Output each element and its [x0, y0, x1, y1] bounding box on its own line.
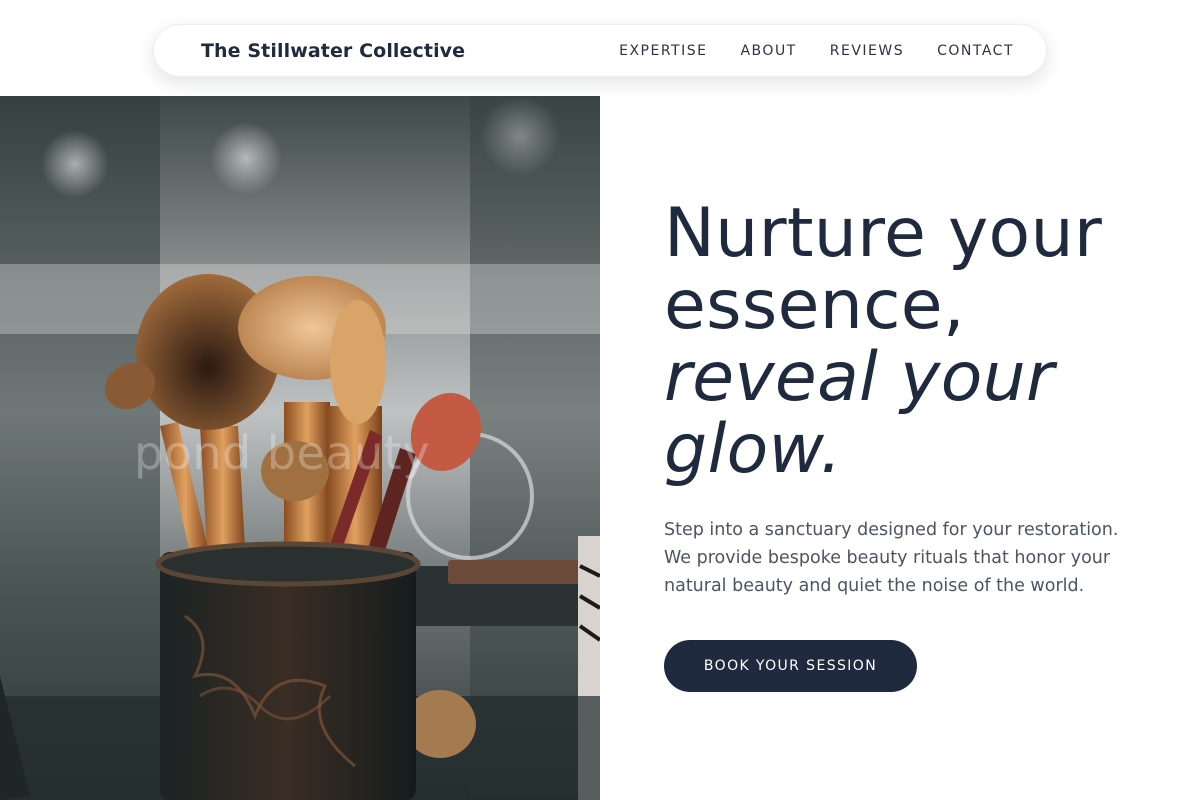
image-watermark: pond beauty [134, 426, 430, 480]
brand-logo[interactable]: The Stillwater Collective [201, 40, 465, 62]
headline-line-1: Nurture your [664, 194, 1103, 273]
nav-link-reviews[interactable]: REVIEWS [830, 43, 904, 59]
headline-line-3: reveal your [664, 338, 1055, 417]
book-session-button[interactable]: BOOK YOUR SESSION [664, 640, 917, 692]
nav-link-expertise[interactable]: EXPERTISE [619, 43, 707, 59]
nav-links: EXPERTISE ABOUT REVIEWS CONTACT [619, 43, 1014, 59]
nav-link-contact[interactable]: CONTACT [937, 43, 1014, 59]
nav-link-about[interactable]: ABOUT [740, 43, 796, 59]
hero-image: pond beauty [0, 96, 600, 800]
hero-headline: Nurture your essence, reveal your glow. [664, 198, 1184, 486]
top-navigation: The Stillwater Collective EXPERTISE ABOU… [153, 24, 1047, 77]
headline-line-4: glow. [664, 410, 843, 489]
headline-line-2: essence, [664, 266, 965, 345]
hero-description: Step into a sanctuary designed for your … [664, 520, 1119, 596]
